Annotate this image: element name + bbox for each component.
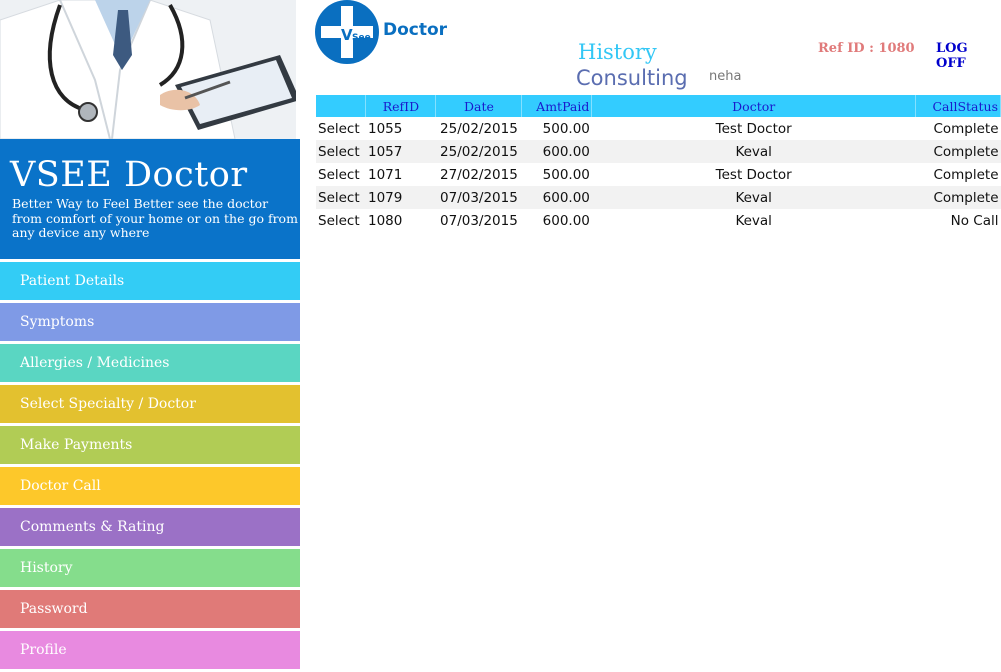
sidebar-item-profile[interactable]: Profile: [0, 631, 300, 669]
ref-id-label: Ref ID : 1080: [818, 41, 915, 56]
sidebar-item-history[interactable]: History: [0, 549, 300, 587]
sidebar-item-make-payments[interactable]: Make Payments: [0, 426, 300, 464]
brand-title: VSEE Doctor: [10, 155, 248, 195]
cell-callstatus: Complete: [933, 166, 999, 183]
svg-text:See: See: [352, 33, 371, 43]
cell-refid: 1079: [365, 186, 436, 209]
cell-date: 25/02/2015: [435, 140, 522, 163]
brand-panel: VSEE Doctor Better Way to Feel Better se…: [0, 139, 300, 259]
table-row: Select 1057 25/02/2015 600.00 Keval Complete: [316, 140, 1001, 163]
cell-date: 07/03/2015: [435, 186, 522, 209]
select-link[interactable]: Select: [316, 117, 366, 140]
cell-amtpaid: 500.00: [542, 166, 590, 183]
select-link[interactable]: Select: [316, 140, 366, 163]
table-row: Select 1080 07/03/2015 600.00 Keval No Call: [316, 209, 1001, 232]
sidebar-nav: Patient Details Symptoms Allergies / Medic…: [0, 262, 300, 672]
doctor-photo: [0, 0, 300, 139]
sidebar-item-symptoms[interactable]: Symptoms: [0, 303, 300, 341]
table-header-row: RefID Date AmtPaid Doctor CallStatus: [316, 95, 1001, 117]
cell-amtpaid: 600.00: [542, 212, 590, 229]
logoff-link[interactable]: LOG OFF: [936, 41, 1001, 71]
cell-refid: 1071: [367, 166, 403, 183]
cell-callstatus: Complete: [915, 140, 1001, 163]
table-row: Select 1071 27/02/2015 500.00 Test Doctor Com…: [316, 163, 1001, 186]
sidebar-item-select-specialty-doctor[interactable]: Select Specialty / Doctor: [0, 385, 300, 423]
cell-refid: 1057: [365, 140, 436, 163]
cell-date: 07/03/2015: [440, 212, 518, 229]
history-table: RefID Date AmtPaid Doctor CallStatus Sel…: [316, 95, 1001, 232]
sidebar: VSEE Doctor Better Way to Feel Better se…: [0, 0, 300, 669]
sidebar-item-doctor-call[interactable]: Doctor Call: [0, 467, 300, 505]
cell-date: 27/02/2015: [440, 166, 518, 183]
table-row: Select 1055 25/02/2015 500.00 Test Doctor Com…: [316, 117, 1001, 140]
cell-doctor: Test Doctor: [715, 166, 792, 183]
cell-callstatus: No Call: [950, 212, 999, 229]
page-title-history: History: [578, 40, 657, 64]
column-header-callstatus[interactable]: CallStatus: [915, 95, 1001, 117]
cell-amtpaid: 600.00: [521, 186, 592, 209]
column-header-amtpaid[interactable]: AmtPaid: [521, 95, 593, 117]
logo-text: Doctor: [383, 20, 448, 40]
cell-amtpaid: 500.00: [542, 120, 590, 137]
page-subtitle-consulting: Consulting: [576, 66, 688, 90]
cell-amtpaid: 600.00: [521, 140, 592, 163]
sidebar-item-patient-details[interactable]: Patient Details: [0, 262, 300, 300]
cell-callstatus: Complete: [915, 186, 1001, 209]
cell-doctor: Test Doctor: [715, 120, 792, 137]
select-link[interactable]: Select: [316, 209, 366, 232]
cell-doctor: Keval: [591, 140, 916, 163]
column-header-refid[interactable]: RefID: [365, 95, 437, 117]
sidebar-item-allergies-medicines[interactable]: Allergies / Medicines: [0, 344, 300, 382]
select-link[interactable]: Select: [316, 163, 366, 186]
column-header-select: [316, 95, 367, 117]
cell-refid: 1080: [367, 212, 403, 229]
cell-doctor: Keval: [591, 186, 916, 209]
cell-doctor: Keval: [735, 212, 772, 229]
cell-callstatus: Complete: [933, 120, 999, 137]
cell-date: 25/02/2015: [440, 120, 518, 137]
cell-refid: 1055: [367, 120, 403, 137]
table-row: Select 1079 07/03/2015 600.00 Keval Complete: [316, 186, 1001, 209]
username-label: neha: [709, 69, 742, 84]
column-header-doctor[interactable]: Doctor: [591, 95, 916, 117]
sidebar-item-comments-rating[interactable]: Comments & Rating: [0, 508, 300, 546]
sidebar-item-password[interactable]: Password: [0, 590, 300, 628]
select-link[interactable]: Select: [316, 186, 366, 209]
brand-tagline: Better Way to Feel Better see the doctor…: [12, 196, 298, 240]
column-header-date[interactable]: Date: [435, 95, 523, 117]
